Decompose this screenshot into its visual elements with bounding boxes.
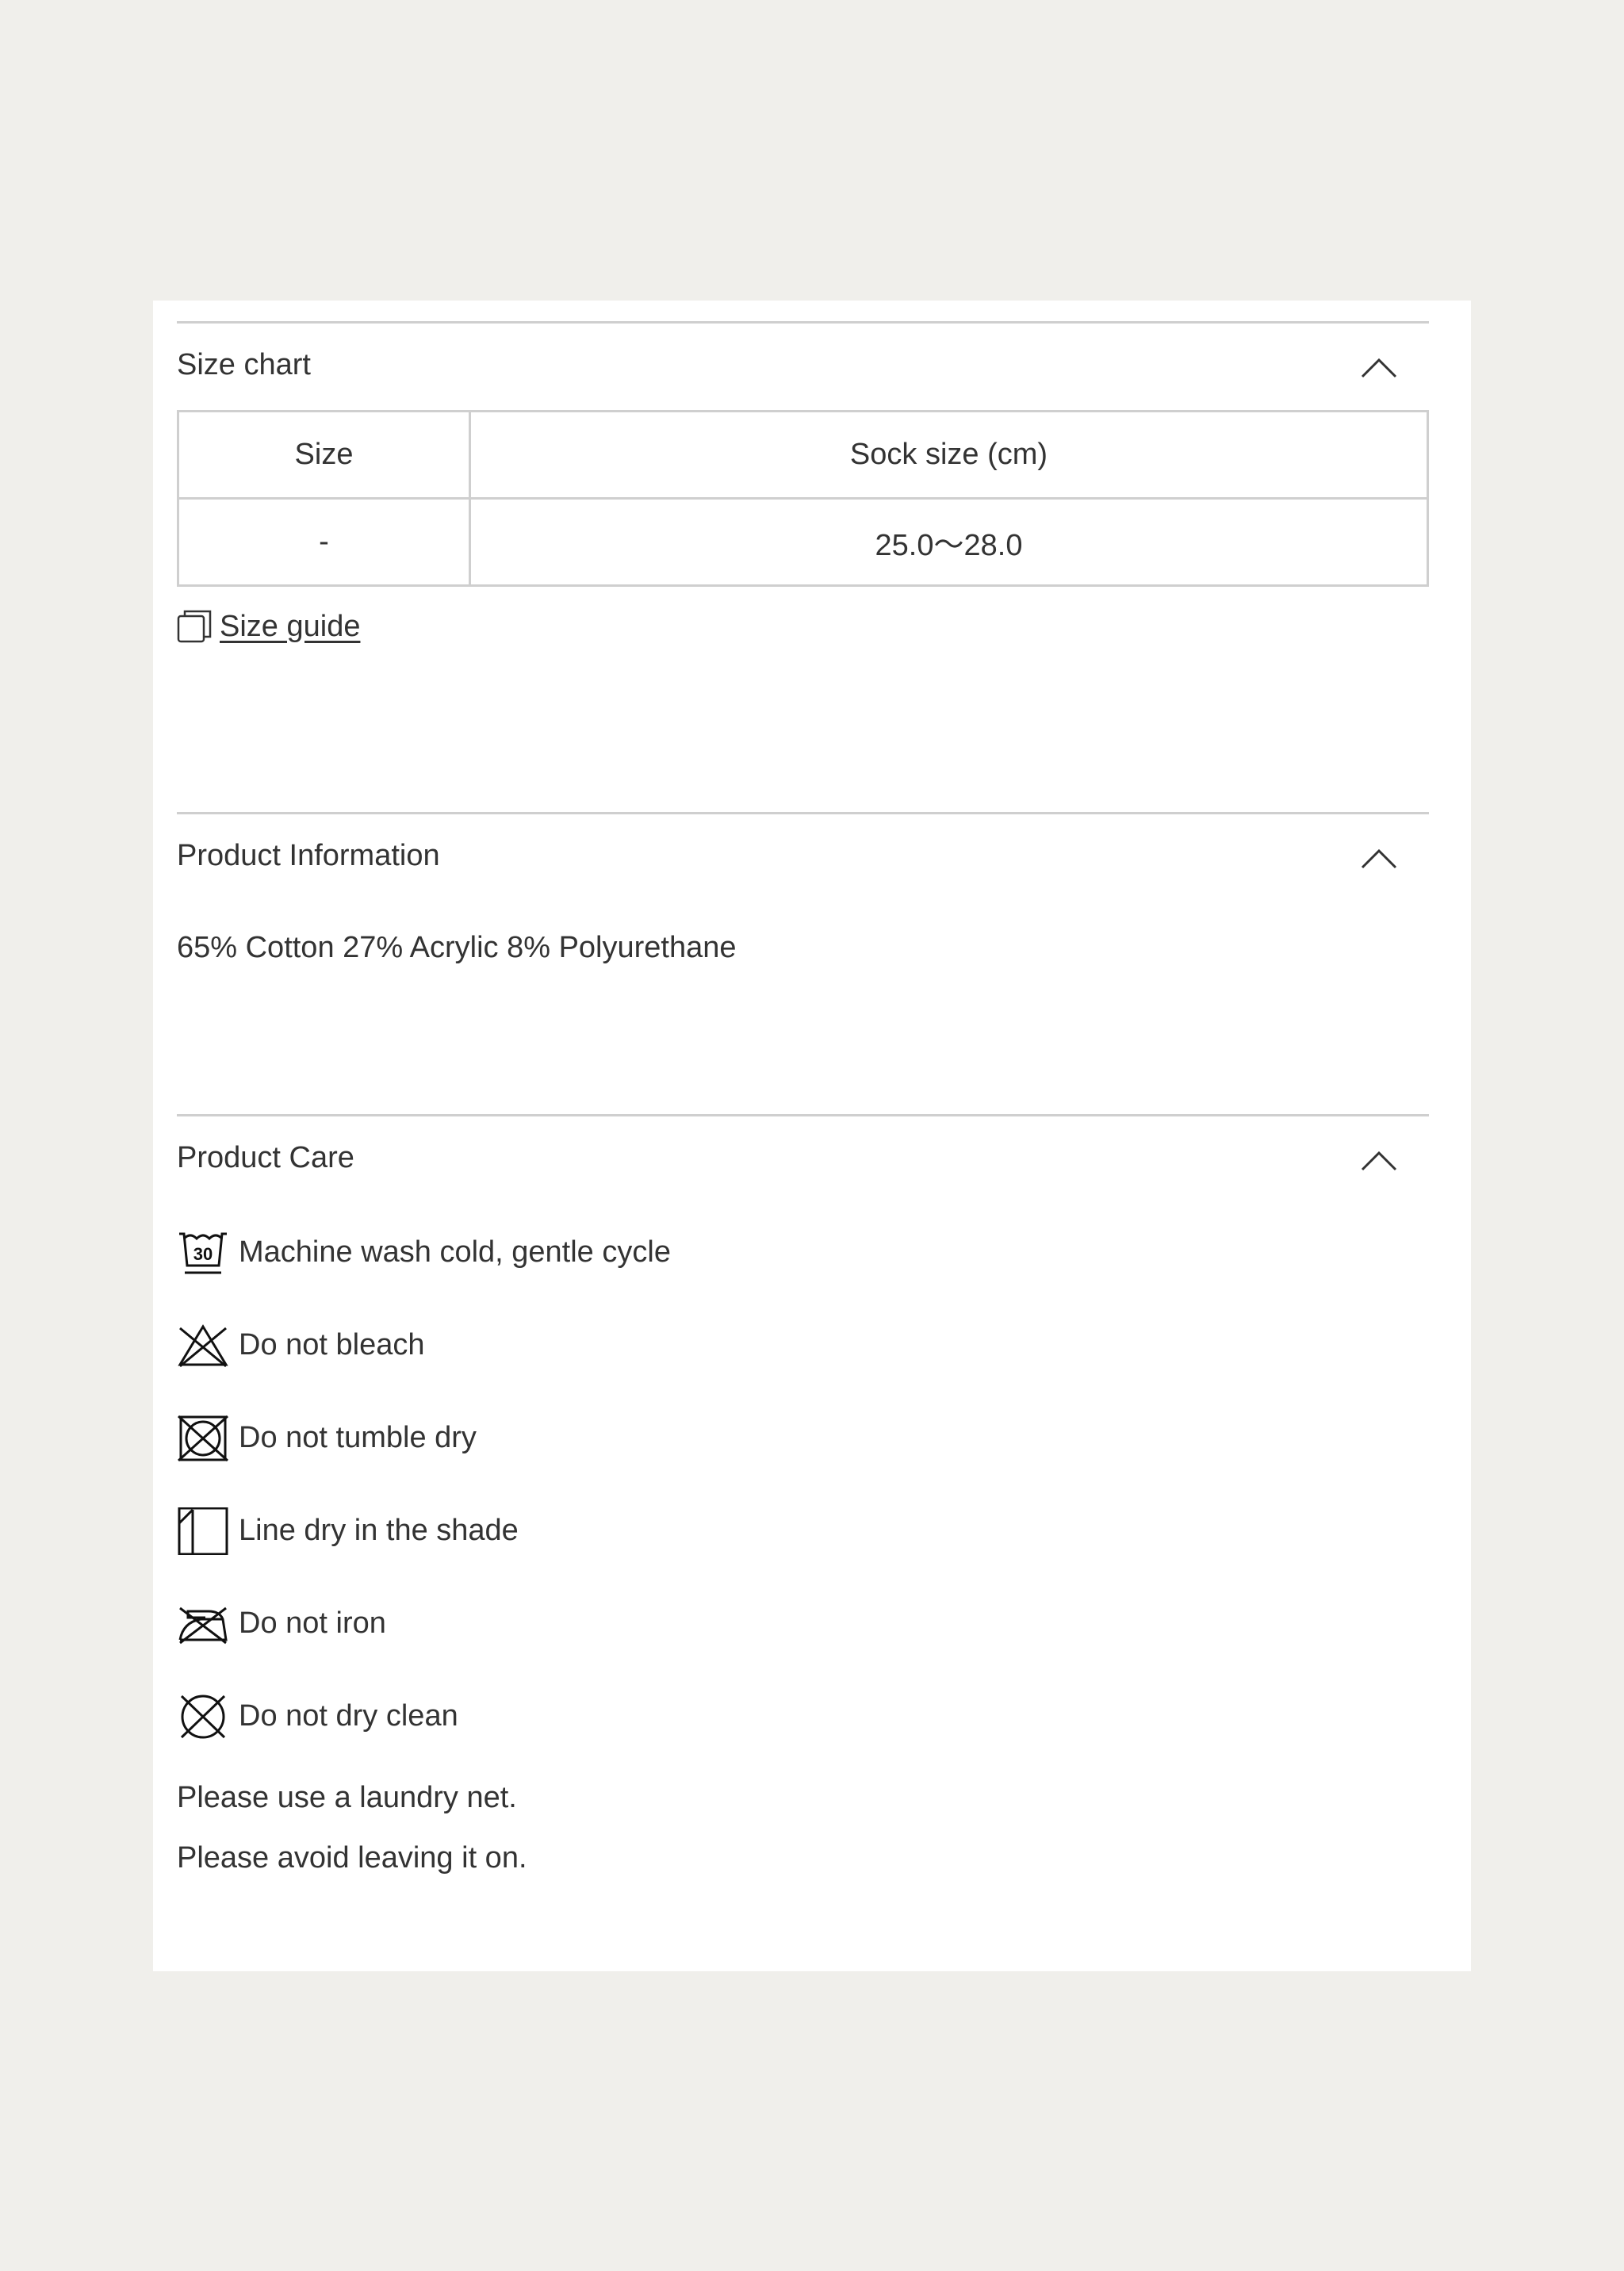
care-label: Do not bleach bbox=[239, 1328, 425, 1361]
care-list: 30 Machine wash cold, gentle cycle Do no… bbox=[177, 1206, 1429, 1763]
no-iron-icon bbox=[178, 1607, 228, 1644]
chevron-up-icon[interactable] bbox=[1361, 846, 1397, 870]
no-tumble-dry-icon bbox=[177, 1415, 229, 1461]
wash-temperature: 30 bbox=[193, 1244, 213, 1264]
size-guide-label: Size guide bbox=[220, 609, 361, 643]
size-chart-header[interactable]: Size chart bbox=[177, 321, 1429, 410]
wash-30-icon: 30 bbox=[179, 1232, 227, 1273]
list-item: Line dry in the shade bbox=[177, 1484, 1429, 1577]
table-header-row: Size Sock size (cm) bbox=[177, 410, 1429, 500]
list-item: Do not iron bbox=[177, 1577, 1429, 1670]
table-cell: - bbox=[177, 497, 471, 587]
care-label: Do not tumble dry bbox=[239, 1421, 477, 1454]
care-notes: Please use a laundry net. Please avoid l… bbox=[177, 1767, 1429, 1888]
table-header-cell: Sock size (cm) bbox=[469, 410, 1429, 500]
list-item: Do not bleach bbox=[177, 1299, 1429, 1392]
product-info-header[interactable]: Product Information bbox=[177, 812, 1429, 901]
product-care-header[interactable]: Product Care bbox=[177, 1114, 1429, 1203]
no-bleach-icon bbox=[178, 1323, 228, 1367]
care-label: Do not dry clean bbox=[239, 1699, 458, 1733]
care-label: Machine wash cold, gentle cycle bbox=[239, 1235, 671, 1269]
table-header-cell: Size bbox=[177, 410, 471, 500]
list-item: 30 Machine wash cold, gentle cycle bbox=[177, 1206, 1429, 1299]
size-chart-section: Size chart Size Sock size (cm) - 25.0〜28… bbox=[177, 321, 1429, 644]
chevron-up-icon[interactable] bbox=[1361, 355, 1397, 379]
care-label: Do not iron bbox=[239, 1607, 386, 1640]
size-guide-link[interactable]: Size guide bbox=[177, 609, 360, 644]
line-dry-shade-icon bbox=[178, 1507, 228, 1555]
size-chart-title: Size chart bbox=[177, 348, 311, 381]
care-note: Please avoid leaving it on. bbox=[177, 1841, 527, 1875]
product-info-section: Product Information 65% Cotton 27% Acryl… bbox=[177, 812, 1429, 965]
table-cell: 25.0〜28.0 bbox=[469, 497, 1429, 587]
product-care-title: Product Care bbox=[177, 1141, 354, 1174]
product-details-card: Size chart Size Sock size (cm) - 25.0〜28… bbox=[153, 301, 1471, 1971]
product-care-section: Product Care 30 Machine wash cold, gentl… bbox=[177, 1114, 1429, 1888]
composition-text: 65% Cotton 27% Acrylic 8% Polyurethane bbox=[177, 931, 737, 964]
size-table: Size Sock size (cm) - 25.0〜28.0 bbox=[177, 410, 1429, 587]
list-item: Do not dry clean bbox=[177, 1670, 1429, 1763]
care-label: Line dry in the shade bbox=[239, 1514, 519, 1547]
table-row: - 25.0〜28.0 bbox=[177, 497, 1429, 587]
care-note: Please use a laundry net. bbox=[177, 1781, 517, 1814]
chevron-up-icon[interactable] bbox=[1361, 1148, 1397, 1172]
list-item: Do not tumble dry bbox=[177, 1392, 1429, 1484]
popup-window-icon bbox=[177, 610, 212, 643]
product-info-title: Product Information bbox=[177, 839, 440, 872]
no-dry-clean-icon bbox=[180, 1695, 226, 1738]
